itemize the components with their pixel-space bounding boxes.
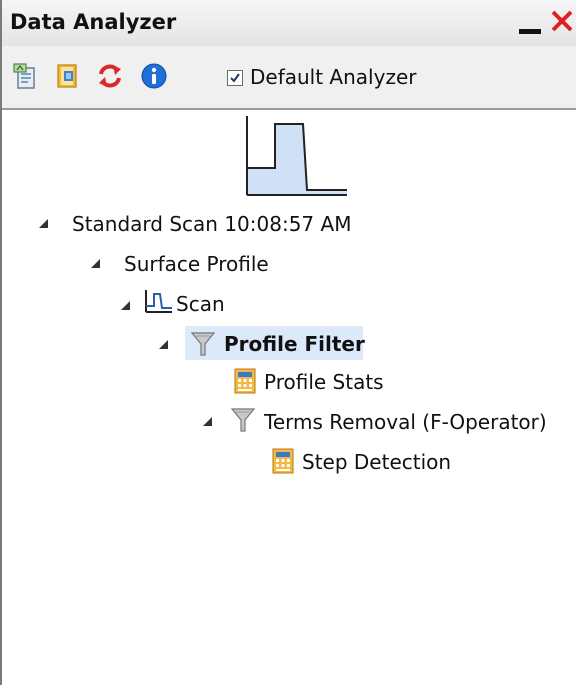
default-analyzer-checkbox[interactable] bbox=[227, 70, 243, 86]
tree-node-surface-profile[interactable]: Surface Profile bbox=[124, 246, 269, 282]
checkmark-icon bbox=[230, 73, 240, 83]
data-analyzer-window: Data Analyzer Default Analyzer Standard … bbox=[0, 0, 576, 685]
window-title: Data Analyzer bbox=[10, 10, 177, 34]
refresh-icon[interactable] bbox=[96, 62, 124, 90]
calculator-icon bbox=[234, 368, 256, 394]
filter-icon bbox=[190, 332, 216, 356]
expand-triangle-icon[interactable] bbox=[90, 258, 102, 270]
tree-node-terms-removal[interactable]: Terms Removal (F-Operator) bbox=[264, 404, 547, 440]
expand-triangle-icon[interactable] bbox=[202, 416, 214, 428]
expand-triangle-icon[interactable] bbox=[38, 218, 50, 230]
close-icon[interactable] bbox=[546, 6, 576, 38]
expand-triangle-icon[interactable] bbox=[158, 339, 170, 351]
tree-node-standard-scan[interactable]: Standard Scan 10:08:57 AM bbox=[72, 206, 351, 242]
tree-node-profile-stats[interactable]: Profile Stats bbox=[264, 364, 384, 400]
toolbar: Default Analyzer bbox=[2, 46, 576, 110]
info-icon[interactable] bbox=[140, 62, 168, 90]
expand-triangle-icon[interactable] bbox=[120, 300, 132, 312]
new-analyzer-icon[interactable] bbox=[12, 62, 40, 90]
filter-icon bbox=[230, 408, 256, 432]
default-analyzer-label[interactable]: Default Analyzer bbox=[250, 65, 416, 89]
title-bar: Data Analyzer bbox=[2, 0, 576, 46]
tree-node-step-detection[interactable]: Step Detection bbox=[302, 444, 451, 480]
profile-thumbnail bbox=[246, 116, 347, 196]
open-folder-icon[interactable] bbox=[54, 62, 82, 90]
analyzer-tree-panel: Standard Scan 10:08:57 AM Surface Profil… bbox=[2, 110, 576, 685]
scan-profile-icon bbox=[145, 290, 172, 313]
tree-node-profile-filter[interactable]: Profile Filter bbox=[224, 326, 365, 362]
calculator-icon bbox=[272, 448, 294, 474]
tree-node-scan[interactable]: Scan bbox=[176, 286, 225, 322]
minimize-icon[interactable] bbox=[519, 29, 541, 34]
